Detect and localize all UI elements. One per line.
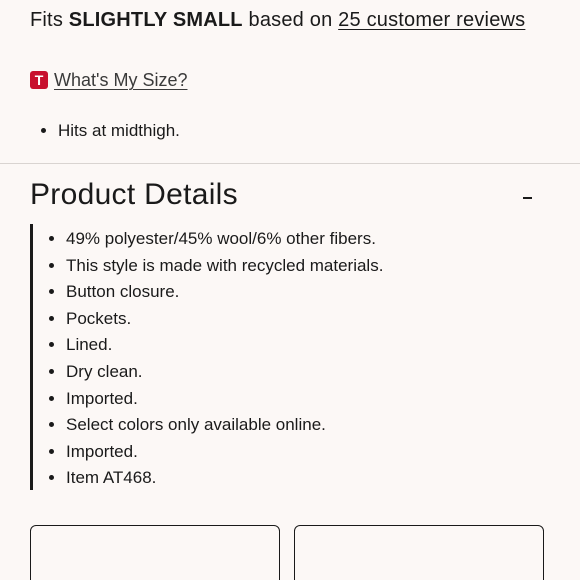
size-help-row[interactable]: T What's My Size? <box>30 67 187 93</box>
list-item: Pockets. <box>66 306 533 333</box>
option-card-right[interactable] <box>294 525 544 580</box>
fit-summary: Fits SLIGHTLY SMALL based on 25 customer… <box>30 6 525 34</box>
list-item: Lined. <box>66 332 533 359</box>
list-item: Item AT468. <box>66 465 533 492</box>
list-item: Dry clean. <box>66 359 533 386</box>
list-item: Select colors only available online. <box>66 412 533 439</box>
product-details-panel: 49% polyester/45% wool/6% other fibers. … <box>30 224 533 490</box>
product-details-title: Product Details <box>30 178 238 211</box>
list-item: Hits at midthigh. <box>58 118 180 144</box>
whats-my-size-link[interactable]: What's My Size? <box>54 70 187 91</box>
customer-reviews-link[interactable]: 25 customer reviews <box>338 9 525 31</box>
fit-prefix: Fits <box>30 9 64 31</box>
fit-rating: SLIGHTLY SMALL <box>68 9 243 31</box>
brand-t-icon: T <box>30 71 48 89</box>
list-item: 49% polyester/45% wool/6% other fibers. <box>66 226 533 253</box>
product-details-header[interactable]: Product Details <box>30 172 540 218</box>
fit-notes-list: Hits at midthigh. <box>38 118 180 144</box>
fit-middle-text: based on <box>248 9 333 31</box>
collapse-minus-icon[interactable] <box>516 183 540 207</box>
list-item: Imported. <box>66 386 533 413</box>
section-divider <box>0 163 580 164</box>
list-item: Button closure. <box>66 279 533 306</box>
product-details-list: 49% polyester/45% wool/6% other fibers. … <box>33 224 533 492</box>
list-item: Imported. <box>66 439 533 466</box>
option-card-left[interactable] <box>30 525 280 580</box>
list-item: This style is made with recycled materia… <box>66 253 533 280</box>
